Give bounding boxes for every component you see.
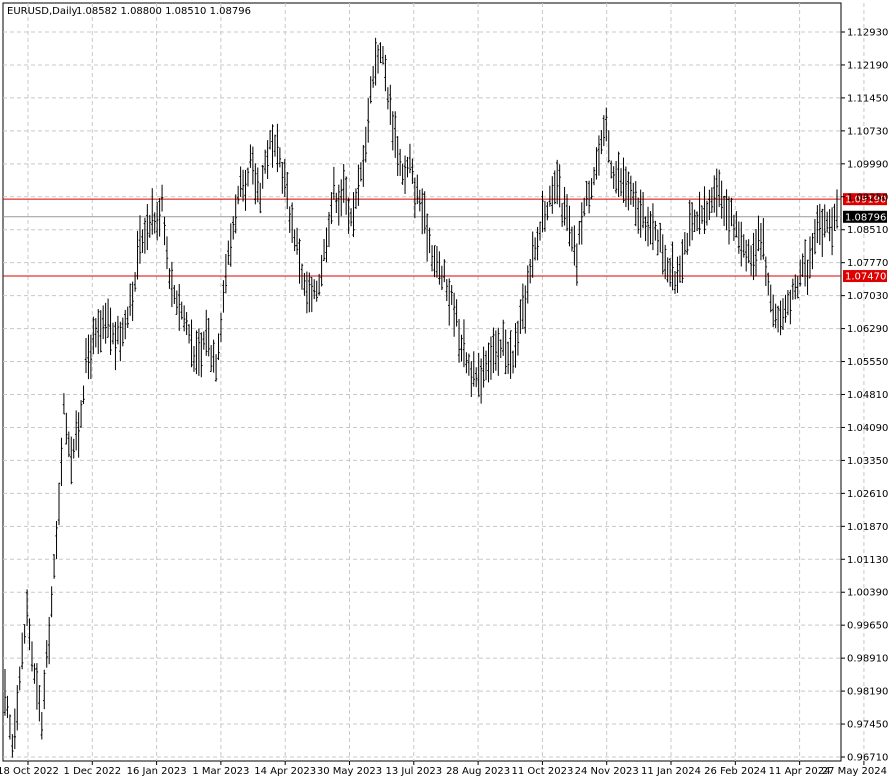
- price-chart[interactable]: 1.091901.074701.08796 1.129301.121901.11…: [0, 0, 888, 781]
- y-tick-label: 1.11450: [847, 93, 888, 104]
- symbol-label: EURUSD,Daily: [7, 6, 78, 17]
- y-tick-label: 1.12930: [847, 28, 888, 39]
- y-tick-label: 0.97450: [847, 720, 888, 731]
- x-tick-label: 14 Apr 2023: [254, 766, 316, 777]
- y-tick-label: 1.00390: [847, 588, 888, 599]
- x-tick-label: 16 Jan 2023: [127, 766, 187, 777]
- y-tick-label: 1.01870: [847, 522, 888, 533]
- y-tick-label: 1.04090: [847, 423, 888, 434]
- y-tick-label: 0.98910: [847, 654, 888, 665]
- y-tick-label: 1.12190: [847, 60, 888, 71]
- y-tick-label: 1.06290: [847, 324, 888, 335]
- x-tick-label: 11 Oct 2023: [511, 766, 573, 777]
- ohlc-readout: 1.08582 1.08800 1.08510 1.08796: [76, 6, 251, 17]
- y-tick-label: 1.09250: [847, 192, 888, 203]
- y-tick-label: 1.07030: [847, 291, 888, 302]
- x-tick-label: 18 Oct 2022: [0, 766, 59, 777]
- x-tick-label: 24 Nov 2023: [575, 766, 639, 777]
- x-tick-label: 30 May 2023: [317, 766, 382, 777]
- x-tick-label: 27 May 2024: [822, 766, 887, 777]
- y-tick-label: 0.98190: [847, 687, 888, 698]
- price-axis: 1.12930 1.12190 1.11450 1.10730 1.09990 1.092…: [841, 28, 888, 764]
- y-tick-label: 1.02610: [847, 489, 888, 500]
- plot-area: [2, 2, 842, 762]
- y-tick-label: 0.96710: [847, 753, 888, 764]
- y-tick-label: 1.07770: [847, 258, 888, 269]
- current-price-tag: 1.08796: [845, 212, 886, 223]
- x-tick-label: 13 Jul 2023: [385, 766, 442, 777]
- x-tick-label: 28 Aug 2023: [446, 766, 510, 777]
- y-tick-label: 1.09990: [847, 159, 888, 170]
- y-tick-label: 1.05550: [847, 357, 888, 368]
- x-tick-label: 26 Feb 2024: [704, 766, 766, 777]
- time-axis: 18 Oct 2022 1 Dec 2022 16 Jan 2023 1 Mar 20…: [0, 761, 887, 777]
- y-tick-label: 1.03350: [847, 456, 888, 467]
- y-tick-label: 1.04810: [847, 390, 888, 401]
- y-tick-label: 0.99650: [847, 621, 888, 632]
- x-tick-label: 11 Jan 2024: [641, 766, 701, 777]
- y-tick-label: 1.01130: [847, 555, 888, 566]
- x-tick-label: 1 Dec 2022: [64, 766, 122, 777]
- level-price-tag: 1.07470: [845, 272, 886, 283]
- x-tick-label: 1 Mar 2023: [192, 766, 249, 777]
- y-tick-label: 1.10730: [847, 126, 888, 137]
- y-tick-label: 1.08510: [847, 225, 888, 236]
